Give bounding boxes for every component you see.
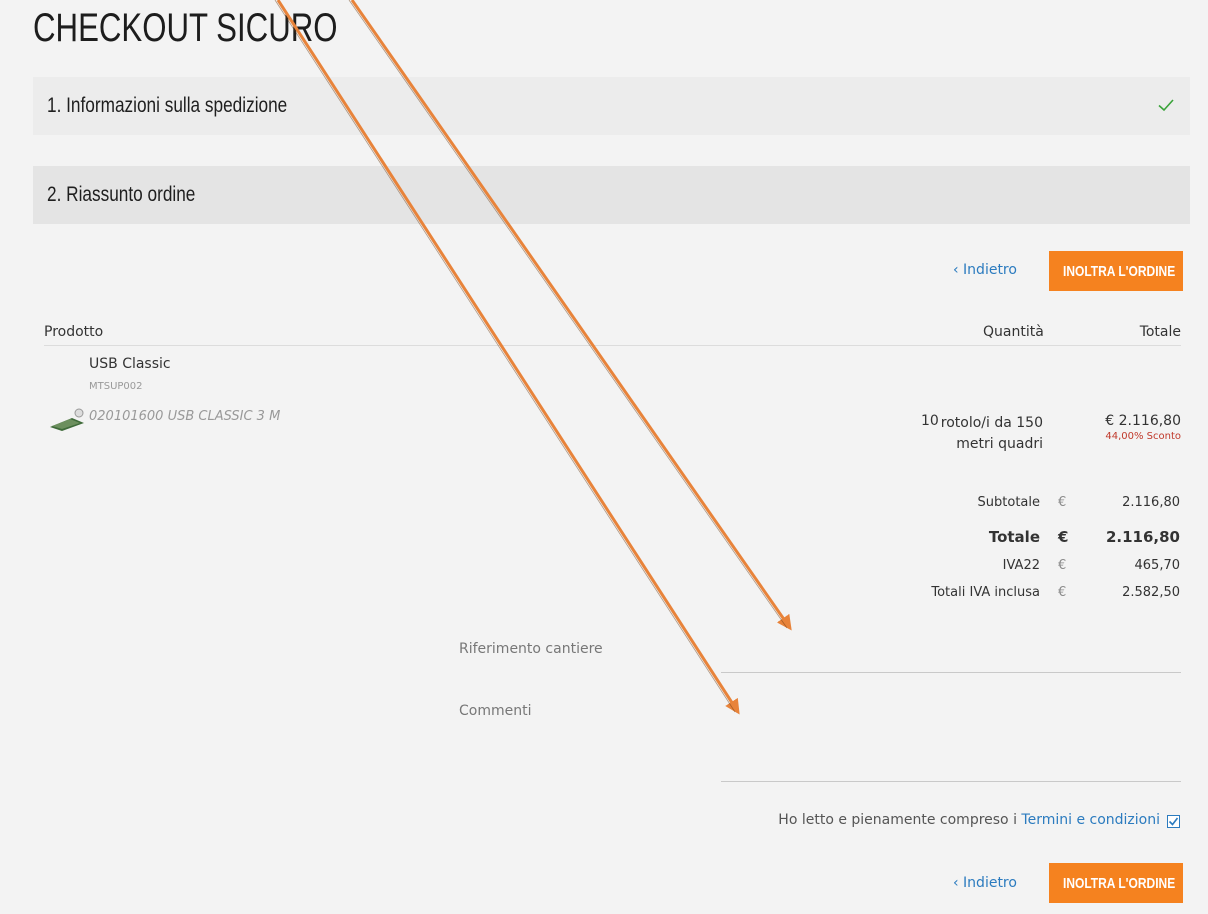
annotation-arrows [274, 0, 792, 715]
annotation-arrow-to-comments [276, 0, 740, 715]
annotation-arrow-to-site-reference [350, 0, 792, 631]
